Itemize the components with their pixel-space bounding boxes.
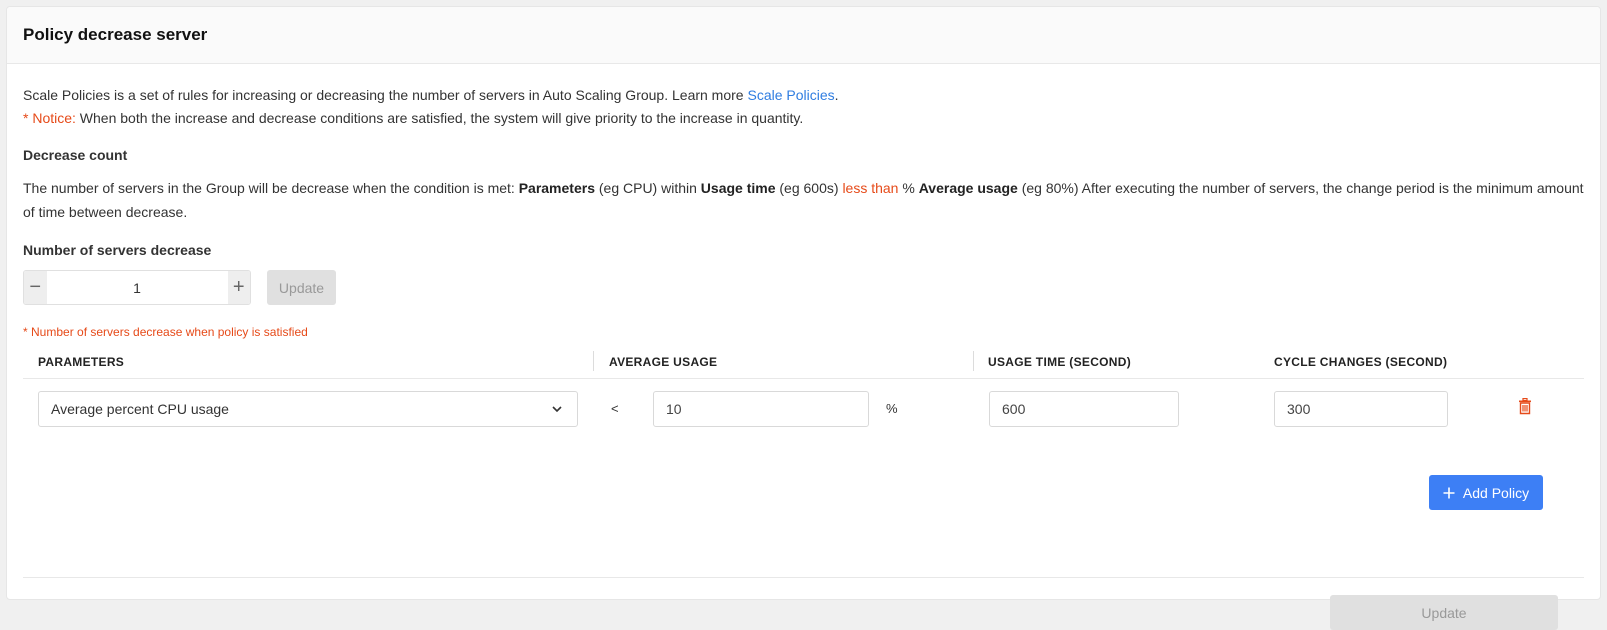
card-header: Policy decrease server	[7, 7, 1600, 64]
intro-description: Scale Policies is a set of rules for inc…	[23, 87, 744, 103]
trash-icon[interactable]	[1518, 398, 1532, 415]
intro-period: .	[834, 87, 839, 103]
decrement-button[interactable]: −	[24, 271, 47, 304]
add-policy-button[interactable]: Add Policy	[1429, 475, 1543, 510]
percent-unit: %	[886, 401, 898, 416]
header-usage-time: USAGE TIME (SECOND)	[988, 355, 1132, 369]
usage-time-input[interactable]	[989, 391, 1179, 427]
increment-button[interactable]: +	[227, 271, 250, 304]
average-usage-input[interactable]	[653, 391, 869, 427]
update-count-button[interactable]: Update	[267, 270, 336, 305]
notice-label: * Notice:	[23, 110, 76, 126]
chevron-down-icon	[552, 406, 562, 413]
notice-text: When both the increase and decrease cond…	[75, 110, 804, 126]
servers-count-input[interactable]	[46, 271, 228, 304]
table-header: PARAMETERS AVERAGE USAGE USAGE TIME (SEC…	[23, 347, 1584, 379]
desc-average-usage: Average usage	[918, 180, 1018, 196]
parameter-select[interactable]: Average percent CPU usage	[38, 391, 578, 427]
scale-policies-link[interactable]: Scale Policies	[747, 87, 834, 103]
header-divider	[973, 351, 974, 371]
desc-parameters: Parameters	[518, 180, 595, 196]
operator-label: <	[611, 401, 619, 416]
desc-usage-time: Usage time	[700, 180, 776, 196]
desc-part: (eg 600s)	[775, 180, 843, 196]
page-title: Policy decrease server	[23, 25, 208, 44]
header-cycle-changes: CYCLE CHANGES (SECOND)	[1274, 355, 1448, 369]
policy-table: PARAMETERS AVERAGE USAGE USAGE TIME (SEC…	[23, 347, 1584, 439]
decrease-count-title: Decrease count	[23, 147, 128, 163]
desc-less-than: less than	[842, 180, 899, 196]
desc-part: %	[898, 180, 919, 196]
parameter-select-value: Average percent CPU usage	[51, 401, 229, 417]
servers-hint: * Number of servers decrease when policy…	[23, 325, 308, 339]
servers-decrease-label: Number of servers decrease	[23, 242, 212, 258]
header-divider	[593, 351, 594, 371]
table-row: Average percent CPU usage < %	[23, 379, 1584, 439]
intro-text: Scale Policies is a set of rules for inc…	[23, 84, 1584, 130]
cycle-changes-input[interactable]	[1274, 391, 1448, 427]
header-parameters: PARAMETERS	[38, 355, 125, 369]
desc-part: The number of servers in the Group will …	[23, 180, 519, 196]
card-body: Scale Policies is a set of rules for inc…	[23, 64, 1584, 630]
policy-card: Policy decrease server Scale Policies is…	[6, 6, 1601, 630]
quantity-stepper: − +	[23, 270, 251, 305]
desc-part: (eg CPU) within	[594, 180, 701, 196]
card-footer: Update	[23, 577, 1584, 630]
update-button[interactable]: Update	[1330, 595, 1558, 630]
decrease-description: The number of servers in the Group will …	[23, 176, 1584, 224]
stepper-row: − + Update	[23, 270, 1584, 305]
header-average-usage: AVERAGE USAGE	[609, 355, 718, 369]
add-policy-label: Add Policy	[1462, 484, 1530, 501]
plus-icon	[1443, 487, 1455, 498]
